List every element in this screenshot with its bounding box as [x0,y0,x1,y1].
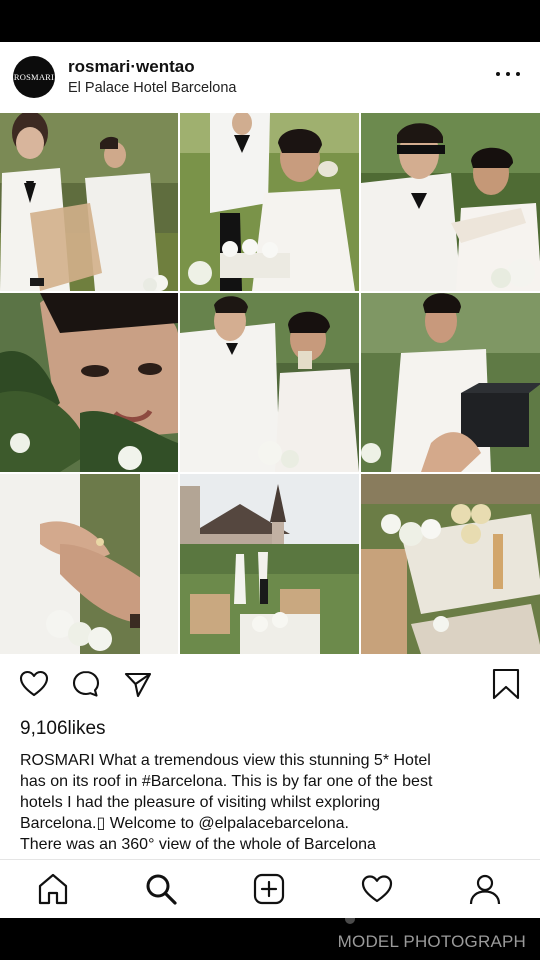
profile-icon [469,874,501,905]
comment-button[interactable] [70,668,102,700]
avatar-text: ROSMARI [13,72,55,82]
nav-activity[interactable] [358,870,396,908]
post-header: ROSMARI rosmari·wentao El Palace Hotel B… [0,42,540,112]
nav-profile[interactable] [466,870,504,908]
photo-couple-lawn [0,113,178,291]
add-icon [253,873,285,905]
photo-ring-hands [0,474,178,654]
likes-count[interactable]: 9,106likes [20,718,106,740]
post-view: ROSMARI rosmari·wentao El Palace Hotel B… [0,42,540,918]
bookmark-icon [492,668,520,700]
caption-username[interactable]: ROSMARI [20,752,95,769]
photo-chateau-couple [180,474,359,654]
nav-search[interactable] [142,870,180,908]
post-username[interactable]: rosmari·wentao [68,57,195,77]
photo-tile-5[interactable] [180,293,359,472]
photo-tile-2[interactable] [180,113,359,291]
home-icon [38,873,68,905]
photo-champagne-tray [361,474,540,654]
more-options-button[interactable] [496,64,520,84]
activity-icon [361,875,393,903]
home-indicator [345,918,355,924]
bottom-navigation [0,860,540,918]
nav-new-post[interactable] [250,870,288,908]
like-button[interactable] [18,668,50,700]
photo-tile-3[interactable] [361,113,540,291]
heart-icon [19,670,49,697]
status-bar [0,0,540,42]
caption-line-1: ROSMARI What a tremendous view this stun… [20,750,520,771]
caption-line-3: hotels I had the pleasure of visiting wh… [20,794,381,811]
device-bottom-bar: MODEL PHOTOGRAPH [0,918,540,960]
photo-tile-4[interactable] [0,293,178,472]
photo-tile-7[interactable] [0,474,178,654]
photo-bride-face-leaves [0,293,178,472]
post-caption: ROSMARI What a tremendous view this stun… [20,750,520,855]
post-photo-grid[interactable] [0,113,540,654]
share-button[interactable] [122,668,154,700]
dot-icon [506,72,510,76]
photo-bride-champagne [180,113,359,291]
caption-line-5: There was an 360° view of the whole of B… [20,836,376,853]
caption-line-2: has on its roof in #Barcelona. This is b… [20,773,433,790]
photo-blindfolded-groom [361,113,540,291]
dot-icon [496,72,500,76]
comment-icon [72,670,100,697]
avatar[interactable]: ROSMARI [13,56,55,98]
save-button[interactable] [490,668,522,700]
photo-tile-8[interactable] [180,474,359,654]
caption-line-4: Barcelona.▯ Welcome to @elpalacebarcelon… [20,815,349,832]
dot-icon [516,72,520,76]
caption-line-1-text: What a tremendous view this stunning 5* … [99,752,431,769]
share-icon [124,672,152,698]
watermark-text: MODEL PHOTOGRAPH [337,932,526,951]
photo-tile-1[interactable] [0,113,178,291]
search-icon [146,874,177,905]
action-bar [0,666,540,706]
post-location[interactable]: El Palace Hotel Barcelona [68,80,236,96]
photo-groom-embrace [180,293,359,472]
nav-home[interactable] [34,870,72,908]
photo-bride-ring-box [361,293,540,472]
photo-tile-9[interactable] [361,474,540,654]
photo-tile-6[interactable] [361,293,540,472]
